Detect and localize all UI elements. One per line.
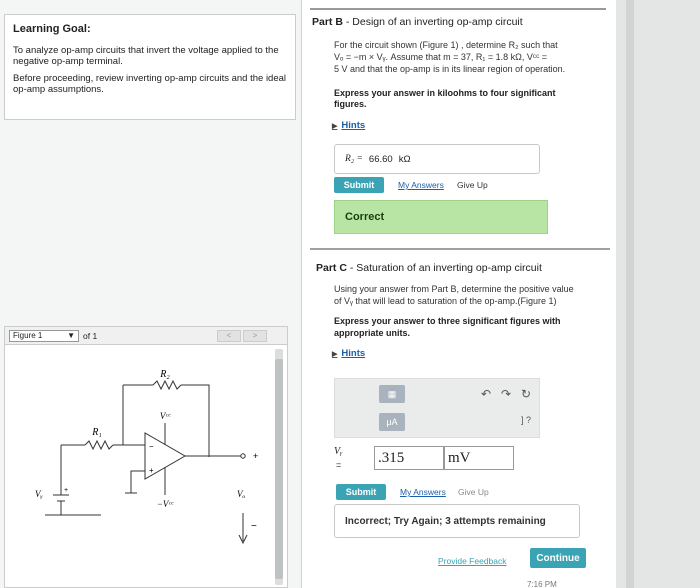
caret-right-icon: ▶ bbox=[332, 123, 338, 130]
label-r2: R₂ bbox=[159, 369, 170, 380]
clock: 7:16 PM bbox=[527, 580, 557, 588]
part-b-express-1: Express your answer in kiloohms to four … bbox=[334, 88, 556, 98]
page-scrollbar[interactable] bbox=[626, 0, 634, 588]
label-vcc-pos: Vᶜᶜ bbox=[160, 411, 171, 421]
figure-panel: Figure 1 ▼ of 1 < > R₂ R₁ Vᶜᶜ −Vᶜᶜ Vᵧ Vₒ… bbox=[4, 326, 288, 588]
undo-icon[interactable]: ↶ bbox=[481, 387, 491, 401]
label-r1: R₁ bbox=[91, 427, 102, 438]
part-c-value-input[interactable]: .315 bbox=[374, 446, 444, 470]
part-c-express-2: appropriate units. bbox=[334, 328, 411, 338]
part-c-answer-label: Vᵧ bbox=[334, 446, 343, 457]
part-c-result-incorrect: Incorrect; Try Again; 3 attempts remaini… bbox=[334, 504, 580, 538]
part-b-answer-box: R₂ = 66.60 kΩ bbox=[334, 144, 540, 174]
part-c-title-bold: Part C bbox=[316, 262, 347, 274]
figure-toolbar: Figure 1 ▼ of 1 < > bbox=[5, 327, 287, 345]
continue-button[interactable]: Continue bbox=[530, 548, 586, 568]
left-panel: Learning Goal: To analyze op-amp circuit… bbox=[0, 0, 302, 588]
part-b-answer-value: 66.60 bbox=[368, 153, 393, 165]
help-keyboard-icon[interactable]: ] ? bbox=[515, 413, 537, 427]
part-c-answer-equals: = bbox=[336, 460, 342, 470]
top-divider bbox=[310, 8, 606, 10]
part-c-hints-link[interactable]: ▶ Hints bbox=[332, 348, 365, 359]
part-b-hints-label: Hints bbox=[341, 120, 366, 131]
label-vcc-neg: −Vᶜᶜ bbox=[157, 499, 174, 509]
op-amp-circuit-diagram: R₂ R₁ Vᶜᶜ −Vᶜᶜ Vᵧ Vₒ + − − + + bbox=[35, 369, 258, 545]
part-b-express-2: figures. bbox=[334, 99, 367, 109]
chevron-down-icon: ▼ bbox=[67, 331, 75, 340]
part-b-title-bold: Part B bbox=[312, 16, 343, 28]
part-b-give-up-link[interactable]: Give Up bbox=[457, 180, 488, 190]
label-source-plus: + bbox=[64, 487, 68, 494]
figure-scrollbar-thumb[interactable] bbox=[275, 359, 283, 579]
redo-icon[interactable]: ↷ bbox=[501, 387, 511, 401]
figure-select[interactable]: Figure 1 ▼ bbox=[9, 329, 79, 342]
part-c-answer-row: Vᵧ bbox=[334, 446, 342, 457]
part-c-give-up-link[interactable]: Give Up bbox=[458, 487, 489, 497]
caret-right-icon: ▶ bbox=[332, 351, 338, 358]
part-c-line-2: of Vᵧ that will lead to saturation of th… bbox=[334, 296, 557, 306]
part-divider bbox=[310, 248, 610, 250]
part-c-title: Part C - Saturation of an inverting op-a… bbox=[316, 262, 542, 274]
label-vz: Vᵧ bbox=[35, 489, 43, 499]
figure-next-button[interactable]: > bbox=[243, 329, 267, 342]
template-icon[interactable]: ▦ bbox=[379, 385, 405, 403]
right-edge bbox=[616, 0, 700, 588]
learning-goal-paragraph-1: To analyze op-amp circuits that invert t… bbox=[13, 45, 279, 67]
figure-nav: < > bbox=[217, 329, 287, 342]
label-plus: + bbox=[253, 451, 258, 461]
equation-toolbar: ▦ μA ↶ ↷ ↻ ] ? bbox=[334, 378, 540, 438]
units-button[interactable]: μA bbox=[379, 413, 405, 431]
part-c-submit-button[interactable]: Submit bbox=[336, 484, 386, 500]
learning-goal-title: Learning Goal: bbox=[13, 23, 91, 35]
part-c-hints-label: Hints bbox=[341, 348, 366, 359]
part-c-unit-input[interactable]: mV bbox=[444, 446, 514, 470]
part-c-express-1: Express your answer to three significant… bbox=[334, 316, 561, 326]
part-b-title: Part B - Design of an inverting op-amp c… bbox=[312, 16, 523, 28]
label-opamp-plus: + bbox=[149, 466, 154, 475]
part-b-result-correct: Correct bbox=[334, 200, 548, 234]
figure-select-label: Figure 1 bbox=[13, 331, 43, 340]
part-c-line-1: Using your answer from Part B, determine… bbox=[334, 284, 574, 294]
provide-feedback-link[interactable]: Provide Feedback bbox=[438, 556, 507, 566]
right-panel: Part B - Design of an inverting op-amp c… bbox=[302, 0, 616, 588]
part-c-title-rest: - Saturation of an inverting op-amp circ… bbox=[346, 262, 542, 274]
part-b-line-2: Vₒ = −m × Vᵧ. Assume that m = 37, R₁ = 1… bbox=[334, 52, 548, 62]
figure-scrollbar[interactable] bbox=[275, 349, 283, 585]
learning-goal-paragraph-2: Before proceeding, review inverting op-a… bbox=[13, 73, 287, 95]
label-opamp-minus: − bbox=[149, 442, 154, 451]
part-b-answer-label: R₂ = bbox=[345, 154, 363, 164]
part-b-hints-link[interactable]: ▶ Hints bbox=[332, 120, 365, 131]
part-b-line-1: For the circuit shown (Figure 1) , deter… bbox=[334, 40, 558, 50]
figure-prev-button[interactable]: < bbox=[217, 329, 241, 342]
label-vo: Vₒ bbox=[237, 489, 245, 499]
reset-icon[interactable]: ↻ bbox=[521, 387, 531, 401]
figure-count: of 1 bbox=[83, 330, 98, 341]
part-b-my-answers-link[interactable]: My Answers bbox=[398, 180, 444, 190]
part-b-title-rest: - Design of an inverting op-amp circuit bbox=[342, 16, 523, 28]
label-minus: − bbox=[251, 521, 257, 532]
part-c-my-answers-link[interactable]: My Answers bbox=[400, 487, 446, 497]
learning-goal-box: Learning Goal: To analyze op-amp circuit… bbox=[4, 14, 296, 120]
output-terminal bbox=[240, 453, 246, 459]
part-b-line-3: 5 V and that the op-amp is in its linear… bbox=[334, 64, 566, 74]
part-b-answer-unit: kΩ bbox=[398, 153, 411, 165]
part-b-submit-button[interactable]: Submit bbox=[334, 177, 384, 193]
